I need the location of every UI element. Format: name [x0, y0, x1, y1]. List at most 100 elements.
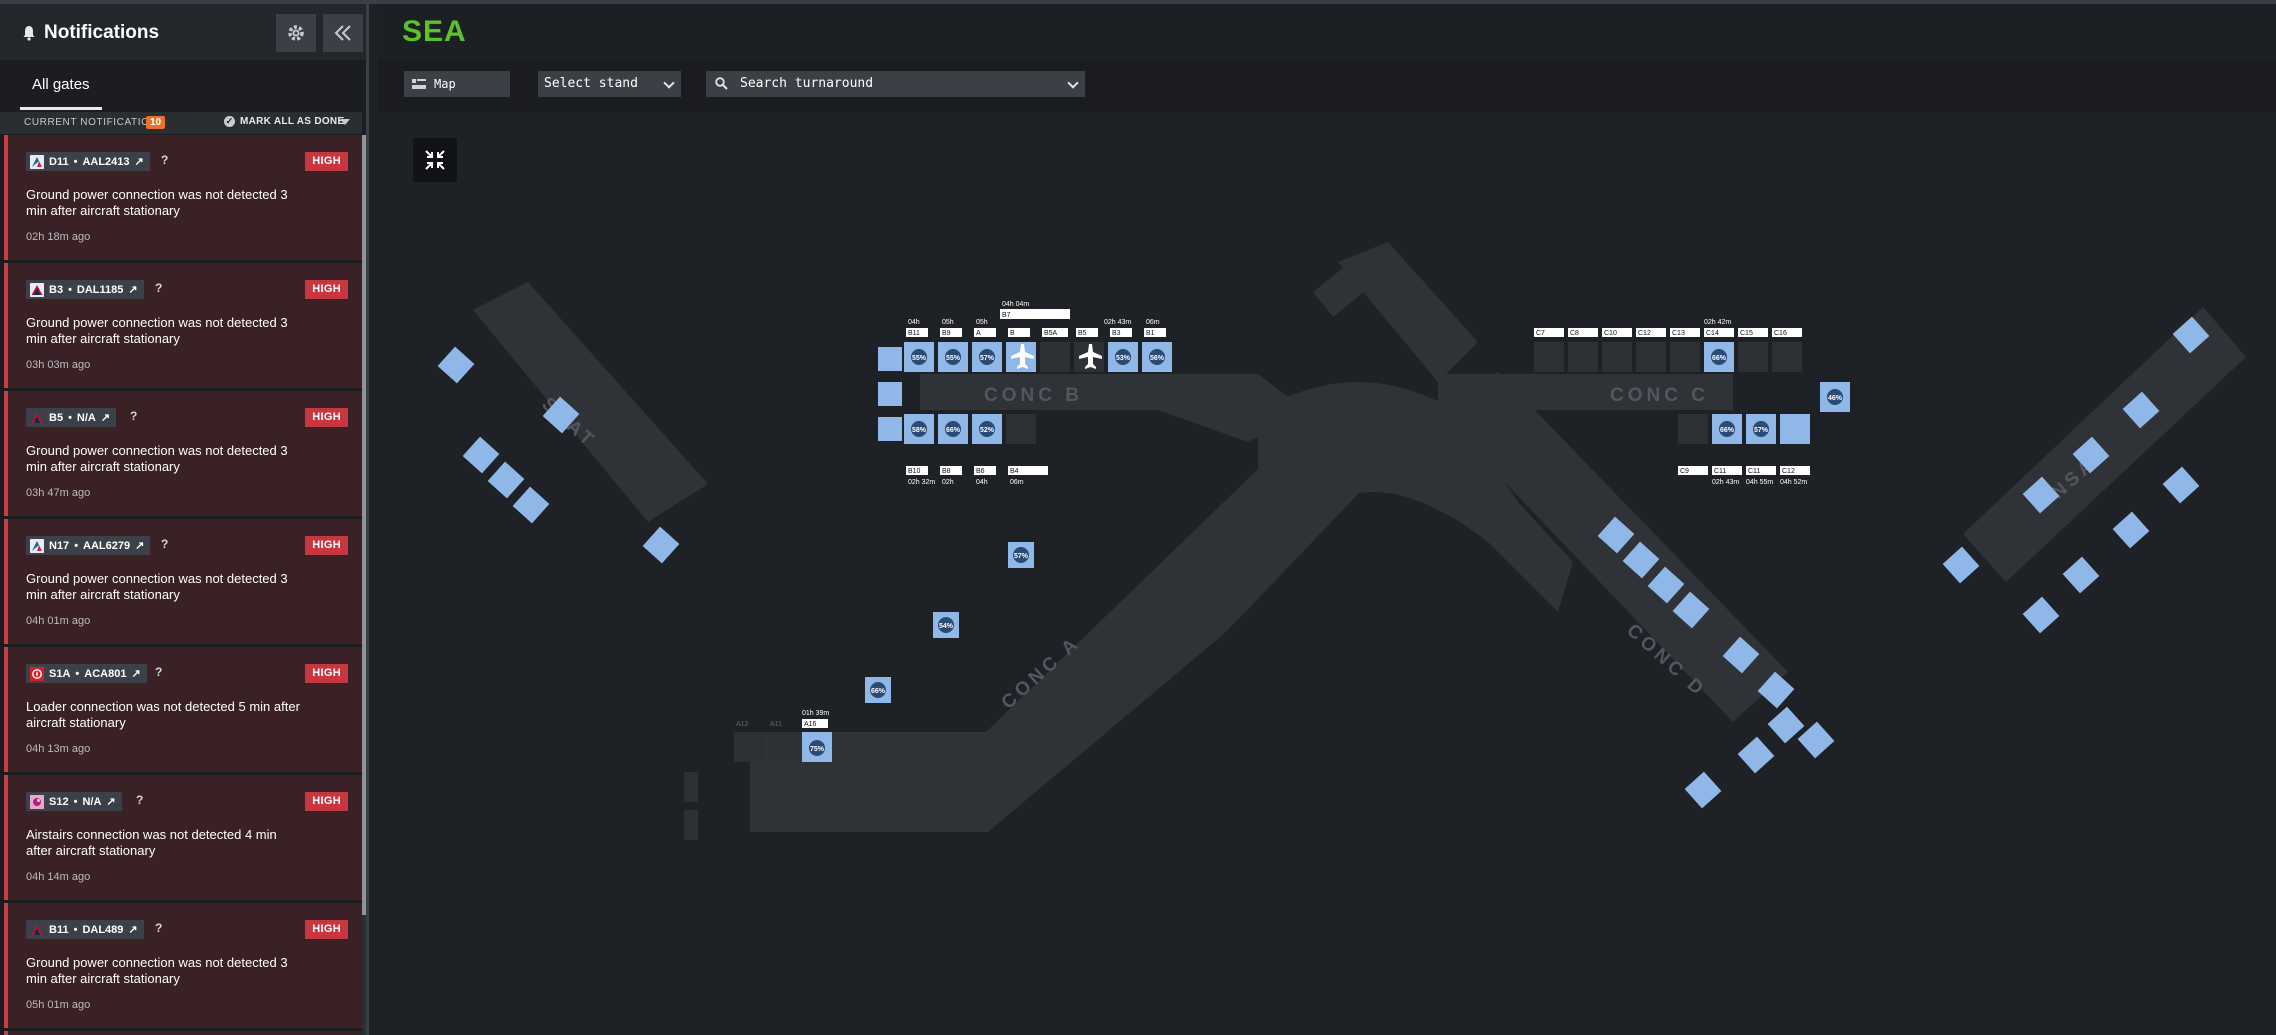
- scrollbar-thumb[interactable]: [362, 135, 366, 915]
- gate-flight-tag[interactable]: B11 • DAL489 ↗: [26, 920, 144, 939]
- mark-all-done-button[interactable]: ✓ MARK ALL AS DONE: [224, 116, 344, 127]
- stand-label: B1: [1146, 330, 1155, 337]
- notification-card[interactable]: B3 • DAL1185 ↗ ? HIGH Ground power conne…: [4, 263, 362, 388]
- gate-flight-tag[interactable]: B3 • DAL1185 ↗: [26, 280, 144, 299]
- notification-card[interactable]: S1A • ACA801 ↗ ? HIGH Loader connection …: [4, 647, 362, 772]
- external-link-icon: ↗: [106, 796, 116, 808]
- stand-time: 02h 43m: [1712, 479, 1739, 486]
- stand-label: B: [1010, 330, 1015, 337]
- stand-time: 04h: [908, 319, 920, 326]
- help-icon[interactable]: ?: [155, 665, 162, 679]
- stand-tile[interactable]: [437, 346, 475, 384]
- stand-tile[interactable]: [1684, 771, 1722, 809]
- notifications-summary-bar: CURRENT NOTIFICATIONS 10 ✓ MARK ALL AS D…: [0, 112, 362, 134]
- stand-tile[interactable]: [2062, 556, 2100, 594]
- select-stand-dropdown[interactable]: Select stand: [538, 71, 681, 97]
- stand-tile[interactable]: [1738, 342, 1768, 372]
- airport-map[interactable]: CONC B CONC C SSAT NSAT CONC A CONC D: [378, 112, 2276, 1035]
- severity-badge: HIGH: [305, 152, 348, 171]
- gate-flight-tag[interactable]: S1A • ACA801 ↗: [26, 664, 147, 683]
- stand-time: 06m: [1010, 479, 1024, 486]
- stand-time: 02h 43m: [1104, 319, 1131, 326]
- progress-label: 75%: [810, 746, 825, 753]
- gate-flight-tag[interactable]: D11 • AAL2413 ↗: [26, 152, 150, 171]
- notification-card-partial[interactable]: [4, 1031, 362, 1035]
- help-icon[interactable]: ?: [130, 409, 137, 423]
- notification-card[interactable]: N17 • AAL6279 ↗ ? HIGH Ground power conn…: [4, 519, 362, 644]
- mark-all-dropdown-caret[interactable]: [340, 119, 350, 125]
- help-icon[interactable]: ?: [161, 153, 168, 167]
- stand-tile[interactable]: [1534, 342, 1564, 372]
- stand-tile[interactable]: [1678, 414, 1708, 444]
- air-canada-logo-icon: [30, 666, 44, 681]
- stand-label: B8: [942, 468, 951, 475]
- flight-label: DAL489: [82, 923, 124, 936]
- stand-label: B11: [908, 330, 920, 337]
- notification-time: 04h 14m ago: [26, 871, 91, 883]
- stand-tile[interactable]: [2162, 466, 2200, 504]
- collapse-sidebar-button[interactable]: [323, 14, 363, 52]
- notification-card[interactable]: B11 • DAL489 ↗ ? HIGH Ground power conne…: [4, 903, 362, 1028]
- stand-label: C13: [1672, 330, 1685, 337]
- stand-tile[interactable]: [1772, 342, 1802, 372]
- current-notifications-label: CURRENT NOTIFICATIONS: [24, 117, 165, 128]
- stand-tile[interactable]: [684, 772, 698, 802]
- stand-tile[interactable]: [878, 417, 902, 441]
- stand-tile[interactable]: [512, 486, 550, 524]
- stand-tile[interactable]: [1568, 342, 1598, 372]
- notification-message: Ground power connection was not detected…: [26, 571, 288, 602]
- gate-flight-tag[interactable]: B5 • N/A ↗: [26, 408, 117, 427]
- stand-tile[interactable]: [487, 461, 525, 499]
- tab-all-gates[interactable]: All gates: [20, 76, 102, 110]
- help-icon[interactable]: ?: [155, 921, 162, 935]
- stand-tile[interactable]: [1006, 414, 1036, 444]
- stand-tile[interactable]: [1040, 342, 1070, 372]
- stand-tile[interactable]: [734, 732, 764, 762]
- stand-tile[interactable]: [1636, 342, 1666, 372]
- gear-icon: [288, 25, 304, 41]
- severity-badge: HIGH: [305, 792, 348, 811]
- stand-tile[interactable]: [642, 526, 680, 564]
- severity-badge: HIGH: [305, 408, 348, 427]
- gate-flight-tag[interactable]: S12 • N/A ↗: [26, 792, 122, 811]
- stand-label: A: [976, 330, 981, 337]
- stand-tile[interactable]: [1780, 414, 1810, 444]
- fit-to-screen-button[interactable]: [413, 138, 457, 182]
- sidebar-title: Notifications: [44, 22, 160, 43]
- stand-tile[interactable]: [1670, 342, 1700, 372]
- stand-tile[interactable]: [878, 347, 902, 371]
- notification-time: 02h 18m ago: [26, 231, 91, 243]
- stand-label: A11: [770, 721, 782, 728]
- airline-logo-icon: [30, 794, 44, 809]
- stand-tile[interactable]: [1797, 721, 1835, 759]
- stand-tile[interactable]: [1942, 546, 1980, 584]
- stand-tile[interactable]: [462, 436, 500, 474]
- settings-button[interactable]: [276, 14, 316, 52]
- flight-label: DAL1185: [76, 283, 124, 296]
- map-view-button[interactable]: Map: [404, 71, 510, 97]
- stand-tile[interactable]: [1602, 342, 1632, 372]
- help-icon[interactable]: ?: [155, 281, 162, 295]
- gate-flight-tag[interactable]: N17 • AAL6279 ↗: [26, 536, 151, 555]
- notification-card[interactable]: B5 • N/A ↗ ? HIGH Ground power connectio…: [4, 391, 362, 516]
- stand-tile[interactable]: [878, 382, 902, 406]
- stand-tile[interactable]: [768, 732, 798, 762]
- stand-time: 04h 55m: [1746, 479, 1773, 486]
- stand-tile[interactable]: [1737, 736, 1775, 774]
- search-turnaround-input[interactable]: Search turnaround: [706, 71, 1085, 97]
- stand-label: B4: [1010, 468, 1019, 475]
- stand-tile[interactable]: [2022, 596, 2060, 634]
- notification-card[interactable]: D11 • AAL2413 ↗ ? HIGH Ground power conn…: [4, 135, 362, 260]
- stand-label: C12: [1782, 468, 1795, 475]
- chevron-down-icon: [1067, 77, 1079, 89]
- help-icon[interactable]: ?: [161, 537, 168, 551]
- notification-card[interactable]: S12 • N/A ↗ ? HIGH Airstairs connection …: [4, 775, 362, 900]
- stand-tile[interactable]: [2112, 511, 2150, 549]
- stand-tile[interactable]: [684, 810, 698, 840]
- separator: •: [73, 795, 78, 808]
- stand-label: B6: [976, 468, 985, 475]
- stand-tile[interactable]: [1767, 706, 1805, 744]
- airport-map-canvas[interactable]: CONC B CONC C SSAT NSAT CONC A CONC D: [378, 112, 2276, 1035]
- gate-label: D11: [49, 155, 69, 168]
- help-icon[interactable]: ?: [136, 793, 143, 807]
